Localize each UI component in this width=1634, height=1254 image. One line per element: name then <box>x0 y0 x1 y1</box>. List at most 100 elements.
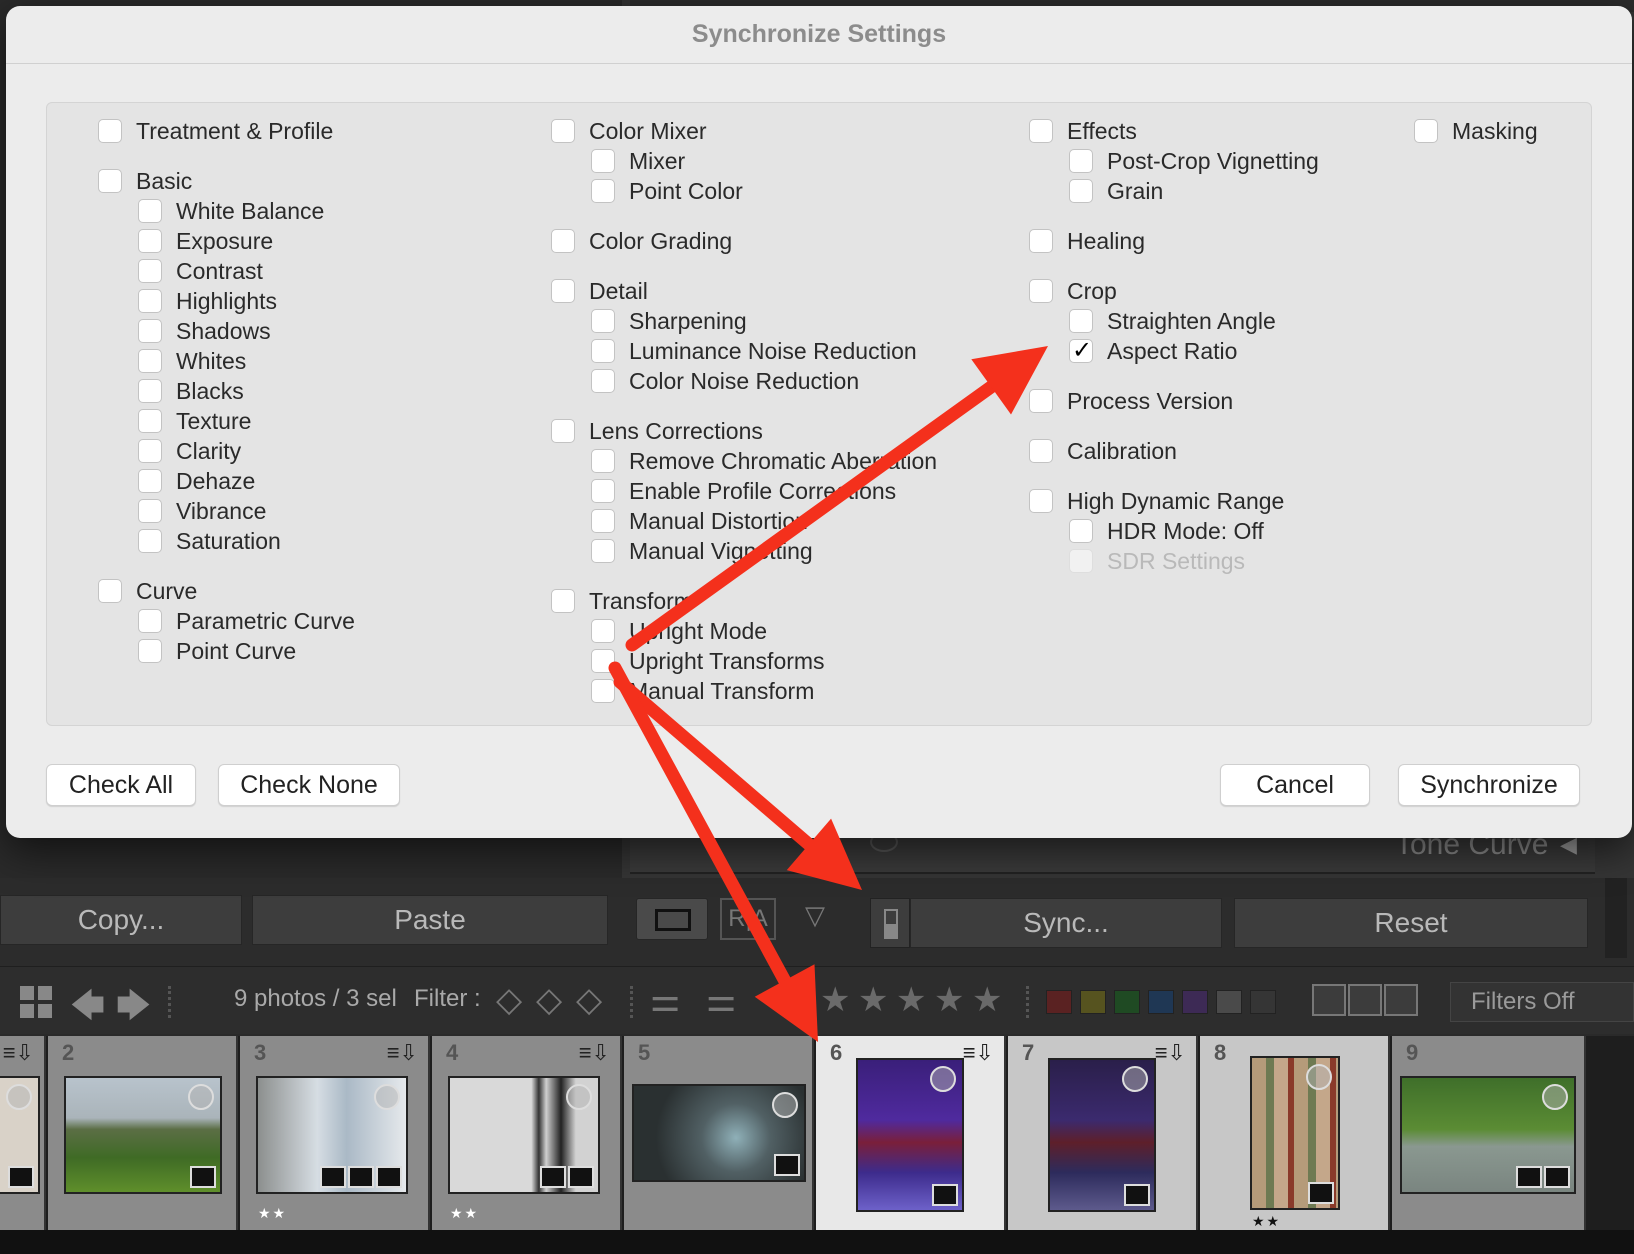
checkbox-row-curve[interactable]: Curve <box>98 576 197 606</box>
check-none-button[interactable]: Check None <box>218 764 400 806</box>
checkbox[interactable] <box>591 179 615 203</box>
checkbox[interactable] <box>138 469 162 493</box>
checkbox-row-aspect-ratio[interactable]: Aspect Ratio <box>1069 336 1237 366</box>
checkbox[interactable] <box>551 279 575 303</box>
checkbox-row-clarity[interactable]: Clarity <box>138 436 241 466</box>
checkbox-row-upright-transforms[interactable]: Upright Transforms <box>591 646 825 676</box>
checkbox-row-exposure[interactable]: Exposure <box>138 226 273 256</box>
checkbox-row-point-color[interactable]: Point Color <box>591 176 743 206</box>
checkbox-row-texture[interactable]: Texture <box>138 406 251 436</box>
filmstrip-mode-icon[interactable] <box>1348 984 1382 1016</box>
checkbox[interactable] <box>591 479 615 503</box>
filmstrip-cell[interactable]: 9 <box>1392 1036 1586 1230</box>
checkbox[interactable] <box>1069 309 1093 333</box>
checkbox[interactable] <box>138 439 162 463</box>
checkbox-row-point-curve[interactable]: Point Curve <box>138 636 296 666</box>
checkbox[interactable] <box>138 199 162 223</box>
checkbox[interactable] <box>138 289 162 313</box>
checkbox-row-high-dynamic-range[interactable]: High Dynamic Range <box>1029 486 1284 516</box>
checkbox[interactable] <box>551 589 575 613</box>
check-all-button[interactable]: Check All <box>46 764 196 806</box>
checkbox-row-whites[interactable]: Whites <box>138 346 246 376</box>
checkbox-row-manual-distortion[interactable]: Manual Distortion <box>591 506 808 536</box>
arrow-left-icon[interactable]: 🡄 <box>70 982 105 1039</box>
synchronize-button[interactable]: Synchronize <box>1398 764 1580 806</box>
filters-dropdown[interactable]: Filters Off <box>1450 982 1634 1022</box>
checkbox-row-calibration[interactable]: Calibration <box>1029 436 1177 466</box>
checkbox-row-grain[interactable]: Grain <box>1069 176 1163 206</box>
photo-thumbnail[interactable] <box>856 1058 964 1212</box>
flag-filter-icon[interactable]: ◇ <box>496 980 522 1020</box>
reset-button[interactable]: Reset <box>1234 898 1588 948</box>
star-filter-icon[interactable]: ★ <box>896 980 926 1020</box>
color-label-swatch[interactable] <box>1080 990 1106 1014</box>
checkbox-row-treatment-profile[interactable]: Treatment & Profile <box>98 116 333 146</box>
checkbox-row-masking[interactable]: Masking <box>1414 116 1538 146</box>
filmstrip-cell-selected[interactable]: 8 ★★ <box>1200 1036 1390 1230</box>
filmstrip-mode-icon[interactable] <box>1384 984 1418 1016</box>
checkbox-row-detail[interactable]: Detail <box>551 276 648 306</box>
filmstrip-cell[interactable]: 4 ≡⇩ ★★ <box>432 1036 622 1230</box>
checkbox[interactable] <box>138 609 162 633</box>
photo-thumbnail[interactable] <box>64 1076 222 1194</box>
selection-circle-icon[interactable] <box>6 1084 32 1110</box>
checkbox-row-mixer[interactable]: Mixer <box>591 146 685 176</box>
checkbox[interactable] <box>591 509 615 533</box>
checkbox-row-contrast[interactable]: Contrast <box>138 256 263 286</box>
checkbox[interactable] <box>138 229 162 253</box>
color-label-swatch[interactable] <box>1182 990 1208 1014</box>
filmstrip-cell[interactable]: 3 ≡⇩ ★★ <box>240 1036 430 1230</box>
checkbox-row-dehaze[interactable]: Dehaze <box>138 466 255 496</box>
checkbox[interactable] <box>138 529 162 553</box>
checkbox[interactable] <box>591 679 615 703</box>
checkbox[interactable] <box>1069 519 1093 543</box>
checkbox-row-luminance-noise-reduction[interactable]: Luminance Noise Reduction <box>591 336 917 366</box>
checkbox[interactable] <box>591 309 615 333</box>
photo-thumbnail[interactable] <box>256 1076 408 1194</box>
checkbox[interactable] <box>138 379 162 403</box>
photo-thumbnail[interactable] <box>1048 1058 1156 1212</box>
checkbox-row-lens-corrections[interactable]: Lens Corrections <box>551 416 763 446</box>
paste-button[interactable]: Paste <box>252 895 608 945</box>
before-after-button[interactable]: R|A <box>720 898 776 940</box>
checkbox-row-manual-vignetting[interactable]: Manual Vignetting <box>591 536 813 566</box>
selection-circle-icon[interactable] <box>772 1092 798 1118</box>
selection-circle-icon[interactable] <box>1306 1064 1332 1090</box>
checkbox-row-transform[interactable]: Transform <box>551 586 693 616</box>
checkbox[interactable] <box>551 119 575 143</box>
checkbox[interactable] <box>1029 229 1053 253</box>
rejected-filter-icon[interactable]: ◇ <box>576 980 602 1020</box>
filmstrip-cell-selected[interactable]: 7 ≡⇩ <box>1008 1036 1198 1230</box>
checkbox[interactable] <box>551 229 575 253</box>
checkbox-row-remove-chromatic-aberration[interactable]: Remove Chromatic Aberration <box>591 446 937 476</box>
photo-thumbnail[interactable] <box>632 1084 806 1182</box>
selection-circle-icon[interactable] <box>930 1066 956 1092</box>
checkbox-row-basic[interactable]: Basic <box>98 166 192 196</box>
filmstrip-cell[interactable]: 5 <box>624 1036 814 1230</box>
checkbox[interactable] <box>138 319 162 343</box>
checkbox[interactable] <box>591 449 615 473</box>
grid-view-icon[interactable] <box>20 986 52 1018</box>
color-label-swatch[interactable] <box>1148 990 1174 1014</box>
auto-sync-switch[interactable] <box>870 898 910 948</box>
selection-circle-icon[interactable] <box>1542 1084 1568 1110</box>
edited-filter-icon[interactable]: ⚌ <box>650 980 680 1020</box>
photo-thumbnail[interactable] <box>1250 1056 1340 1210</box>
checkbox-row-color-mixer[interactable]: Color Mixer <box>551 116 707 146</box>
star-filter-icon[interactable]: ★ <box>934 980 964 1020</box>
checkbox[interactable] <box>591 619 615 643</box>
filmstrip-cell[interactable]: 2 <box>48 1036 238 1230</box>
checkbox[interactable] <box>591 649 615 673</box>
checkbox[interactable] <box>1029 119 1053 143</box>
selection-circle-icon[interactable] <box>188 1084 214 1110</box>
color-label-swatch[interactable] <box>1046 990 1072 1014</box>
star-filter-icon[interactable]: ★ <box>972 980 1002 1020</box>
checkbox-row-manual-transform[interactable]: Manual Transform <box>591 676 814 706</box>
unflagged-filter-icon[interactable]: ◇ <box>536 980 562 1020</box>
checkbox-row-healing[interactable]: Healing <box>1029 226 1145 256</box>
selection-circle-icon[interactable] <box>374 1084 400 1110</box>
copy-button[interactable]: Copy... <box>0 895 242 945</box>
checkbox-row-shadows[interactable]: Shadows <box>138 316 271 346</box>
color-label-swatch[interactable] <box>1216 990 1242 1014</box>
checkbox-checked[interactable] <box>1069 336 1093 365</box>
